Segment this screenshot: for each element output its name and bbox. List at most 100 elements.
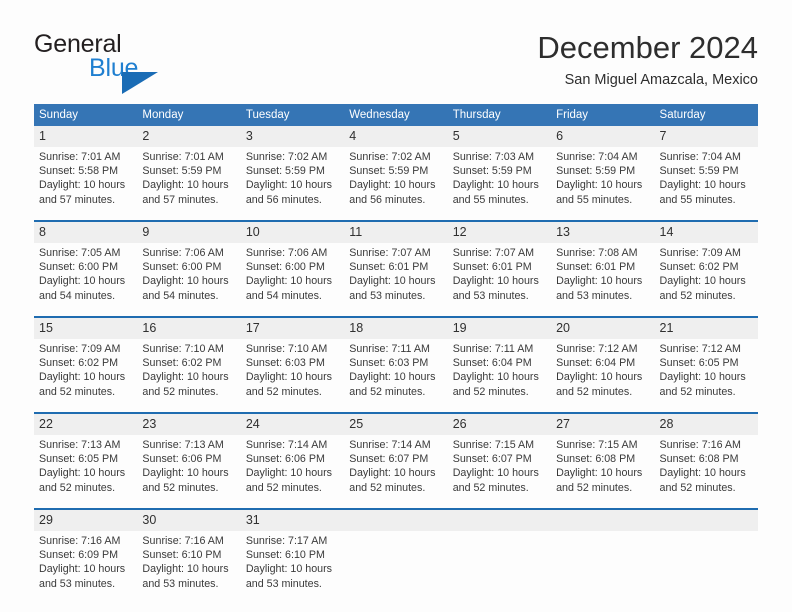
day-number-cell [551, 510, 655, 531]
day-number-cell[interactable]: 28 [654, 414, 758, 435]
day-number-cell[interactable]: 13 [551, 222, 655, 243]
day-number-cell[interactable]: 4 [344, 126, 448, 147]
day-sunrise-line: Sunrise: 7:01 AM [39, 151, 121, 163]
day-detail-cell[interactable]: Sunrise: 7:09 AM Sunset: 6:02 PM Daylight:… [34, 339, 138, 412]
day-number-cell[interactable]: 26 [447, 414, 552, 435]
day-detail-cell[interactable]: Sunrise: 7:15 AM Sunset: 6:07 PM Daylight:… [447, 435, 552, 508]
day-detail-cell[interactable]: Sunrise: 7:07 AM Sunset: 6:01 PM Daylight:… [447, 243, 552, 316]
triangle-logo-icon [122, 72, 158, 94]
day-number-cell[interactable]: 23 [137, 414, 241, 435]
day-detail-cell[interactable]: Sunrise: 7:16 AM Sunset: 6:08 PM Daylight:… [654, 435, 758, 508]
day-daylight-line: Daylight: 10 hours [39, 371, 126, 384]
day-detail-cell[interactable]: Sunrise: 7:06 AM Sunset: 6:00 PM Daylight:… [240, 243, 345, 316]
day-detail-row: Sunrise: 7:13 AM Sunset: 6:05 PM Daylight:… [34, 435, 758, 508]
day-number-cell[interactable]: 5 [447, 126, 552, 147]
day-number-cell[interactable]: 17 [240, 318, 345, 339]
day-detail-cell[interactable]: Sunrise: 7:10 AM Sunset: 6:03 PM Daylight:… [240, 339, 345, 412]
day-detail-cell[interactable]: Sunrise: 7:14 AM Sunset: 6:06 PM Daylight:… [240, 435, 345, 508]
day-number-cell[interactable]: 2 [137, 126, 241, 147]
day-sunset-line: Sunset: 6:03 PM [245, 357, 325, 370]
day-sunrise-line: Sunrise: 7:07 AM [452, 247, 535, 259]
day-sunrise-line: Sunrise: 7:06 AM [142, 247, 224, 259]
day-sunset-line: Sunset: 5:59 PM [452, 165, 532, 178]
day-number-cell[interactable]: 27 [551, 414, 655, 435]
day-daylight-line: Daylight: 10 hours [349, 467, 436, 480]
day-sunset-line: Sunset: 6:09 PM [39, 549, 119, 562]
day-number-cell[interactable]: 20 [551, 318, 655, 339]
day-sunset-line: Sunset: 6:08 PM [556, 453, 636, 466]
day-daylight-line: Daylight: 10 hours [452, 467, 539, 480]
day-number-cell[interactable]: 9 [137, 222, 241, 243]
day-number-cell[interactable]: 8 [34, 222, 138, 243]
day-detail-cell[interactable]: Sunrise: 7:17 AM Sunset: 6:10 PM Daylight:… [240, 531, 345, 604]
day-number-cell[interactable]: 6 [551, 126, 655, 147]
day-detail-cell[interactable]: Sunrise: 7:04 AM Sunset: 5:59 PM Daylight:… [551, 147, 655, 220]
day-number-cell[interactable]: 14 [654, 222, 758, 243]
day-daylight-line: Daylight: 10 hours [245, 275, 332, 288]
day-detail-cell[interactable]: Sunrise: 7:03 AM Sunset: 5:59 PM Daylight:… [447, 147, 552, 220]
day-daylight-line: and 52 minutes. [349, 385, 426, 398]
day-detail-cell[interactable]: Sunrise: 7:12 AM Sunset: 6:04 PM Daylight:… [551, 339, 655, 412]
day-number-cell[interactable]: 29 [34, 510, 138, 531]
day-number-row: 8 9 10 11 12 13 14 [34, 222, 758, 243]
day-detail-cell[interactable]: Sunrise: 7:13 AM Sunset: 6:05 PM Daylight:… [34, 435, 138, 508]
day-number-cell[interactable]: 30 [137, 510, 241, 531]
day-detail-cell[interactable]: Sunrise: 7:12 AM Sunset: 6:05 PM Daylight:… [654, 339, 758, 412]
day-number-cell[interactable]: 22 [34, 414, 138, 435]
day-detail-cell[interactable]: Sunrise: 7:16 AM Sunset: 6:10 PM Daylight:… [137, 531, 241, 604]
day-detail-cell[interactable]: Sunrise: 7:02 AM Sunset: 5:59 PM Daylight:… [240, 147, 345, 220]
day-daylight-line: and 55 minutes. [659, 193, 736, 206]
day-detail-cell[interactable]: Sunrise: 7:07 AM Sunset: 6:01 PM Daylight:… [344, 243, 448, 316]
day-number-cell[interactable]: 15 [34, 318, 138, 339]
day-detail-cell[interactable]: Sunrise: 7:11 AM Sunset: 6:04 PM Daylight:… [447, 339, 552, 412]
day-daylight-line: Daylight: 10 hours [349, 371, 436, 384]
day-number-cell[interactable]: 10 [240, 222, 345, 243]
day-detail-cell[interactable]: Sunrise: 7:13 AM Sunset: 6:06 PM Daylight:… [137, 435, 241, 508]
day-daylight-line: Daylight: 10 hours [659, 275, 746, 288]
day-detail-cell[interactable]: Sunrise: 7:05 AM Sunset: 6:00 PM Daylight:… [34, 243, 138, 316]
day-number-cell[interactable]: 7 [654, 126, 758, 147]
day-detail-cell[interactable]: Sunrise: 7:02 AM Sunset: 5:59 PM Daylight:… [344, 147, 448, 220]
day-detail-cell[interactable]: Sunrise: 7:10 AM Sunset: 6:02 PM Daylight:… [137, 339, 241, 412]
day-detail-cell[interactable]: Sunrise: 7:09 AM Sunset: 6:02 PM Daylight:… [654, 243, 758, 316]
day-sunset-line: Sunset: 6:01 PM [556, 261, 636, 274]
day-detail-cell[interactable]: Sunrise: 7:14 AM Sunset: 6:07 PM Daylight:… [344, 435, 448, 508]
day-number-cell[interactable]: 31 [240, 510, 345, 531]
day-sunrise-line: Sunrise: 7:17 AM [245, 535, 328, 547]
day-daylight-line: Daylight: 10 hours [556, 371, 643, 384]
day-daylight-line: Daylight: 10 hours [142, 563, 229, 576]
day-daylight-line: and 57 minutes. [39, 193, 116, 206]
day-number-cell[interactable]: 12 [447, 222, 552, 243]
brand-logo[interactable]: General Blue [34, 32, 244, 94]
day-daylight-line: Daylight: 10 hours [142, 371, 229, 384]
day-number-cell[interactable]: 11 [344, 222, 448, 243]
day-sunset-line: Sunset: 6:06 PM [142, 453, 222, 466]
day-detail-cell[interactable]: Sunrise: 7:08 AM Sunset: 6:01 PM Daylight:… [551, 243, 655, 316]
day-number-cell[interactable]: 18 [344, 318, 448, 339]
day-detail-cell[interactable]: Sunrise: 7:16 AM Sunset: 6:09 PM Daylight:… [34, 531, 138, 604]
day-sunrise-line: Sunrise: 7:16 AM [39, 535, 121, 547]
day-number-cell[interactable]: 21 [654, 318, 758, 339]
day-sunset-line: Sunset: 6:02 PM [142, 357, 222, 370]
day-detail-cell[interactable]: Sunrise: 7:15 AM Sunset: 6:08 PM Daylight:… [551, 435, 655, 508]
day-detail-cell[interactable]: Sunrise: 7:01 AM Sunset: 5:58 PM Daylight:… [34, 147, 138, 220]
day-number-cell[interactable]: 24 [240, 414, 345, 435]
day-daylight-line: Daylight: 10 hours [452, 371, 539, 384]
day-number-cell[interactable]: 1 [34, 126, 138, 147]
day-number-cell[interactable]: 16 [137, 318, 241, 339]
weekday-header-wednesday: Wednesday [344, 104, 448, 126]
day-sunrise-line: Sunrise: 7:15 AM [556, 439, 638, 451]
day-detail-cell[interactable]: Sunrise: 7:01 AM Sunset: 5:59 PM Daylight:… [137, 147, 241, 220]
day-number-cell[interactable]: 25 [344, 414, 448, 435]
day-daylight-line: and 52 minutes. [659, 481, 736, 494]
day-detail-cell[interactable]: Sunrise: 7:04 AM Sunset: 5:59 PM Daylight:… [654, 147, 758, 220]
day-sunrise-line: Sunrise: 7:15 AM [452, 439, 535, 451]
day-daylight-line: and 52 minutes. [452, 481, 529, 494]
day-detail-cell [654, 531, 758, 604]
day-number-cell[interactable]: 19 [447, 318, 552, 339]
day-number-row: 1234567 [34, 126, 758, 147]
day-detail-cell[interactable]: Sunrise: 7:06 AM Sunset: 6:00 PM Daylight:… [137, 243, 241, 316]
day-number-cell[interactable]: 3 [240, 126, 345, 147]
day-sunrise-line: Sunrise: 7:10 AM [142, 343, 224, 355]
day-detail-cell[interactable]: Sunrise: 7:11 AM Sunset: 6:03 PM Daylight:… [344, 339, 448, 412]
